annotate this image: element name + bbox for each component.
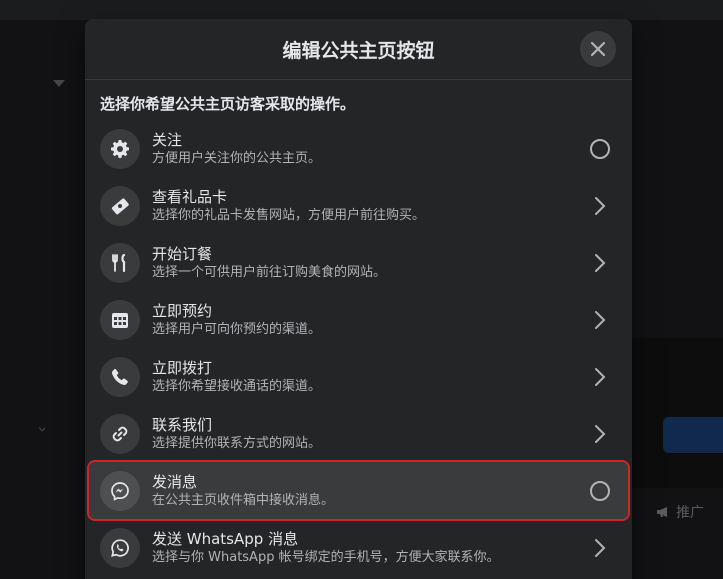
link-icon [112, 426, 128, 441]
option-text: 开始订餐 选择一个可供用户前往订购美食的网站。 [152, 244, 580, 282]
radio-button[interactable] [590, 480, 610, 501]
edit-page-button-dialog: 编辑公共主页按钮 选择你希望公共主页访客采取的操作。 关注 方便用户关注你的公共… [85, 19, 632, 579]
option-text: 立即预约 选择用户可向你预约的渠道。 [152, 301, 580, 339]
option-chevron[interactable] [580, 243, 620, 283]
option-title: 关注 [152, 130, 183, 149]
gift-card-icon [111, 197, 129, 214]
option-icon-container [100, 470, 140, 511]
option-title: 联系我们 [152, 415, 213, 434]
whatsapp-icon [111, 538, 129, 557]
option-whatsapp-message[interactable]: 发送 WhatsApp 消息 选择与你 WhatsApp 帐号绑定的手机号，方便… [89, 519, 628, 576]
option-radio[interactable] [580, 129, 620, 169]
action-options-list: 关注 方便用户关注你的公共主页。 查看礼品卡 选择你的礼品卡发售网站，方便用户前… [85, 120, 632, 576]
gear-icon [111, 139, 129, 158]
radio-button[interactable] [590, 138, 610, 159]
chevron-right-icon [595, 196, 606, 215]
option-text: 查看礼品卡 选择你的礼品卡发售网站，方便用户前往购买。 [152, 187, 580, 225]
calendar-icon [112, 312, 128, 328]
option-title: 开始订餐 [152, 244, 213, 263]
option-chevron[interactable] [580, 357, 620, 397]
option-text: 关注 方便用户关注你的公共主页。 [152, 130, 580, 168]
option-description: 选择你希望接收通话的渠道。 [152, 378, 322, 394]
phone-icon [112, 368, 128, 385]
option-icon-container [100, 185, 140, 226]
chevron-right-icon [595, 538, 606, 557]
option-send-message[interactable]: 发消息 在公共主页收件箱中接收消息。 [87, 460, 630, 521]
option-follow[interactable]: 关注 方便用户关注你的公共主页。 [89, 120, 628, 177]
option-title: 立即预约 [152, 301, 213, 320]
option-description: 选择与你 WhatsApp 帐号绑定的手机号，方便大家联系你。 [152, 549, 500, 565]
dialog-header: 编辑公共主页按钮 [85, 19, 632, 80]
option-text: 联系我们 选择提供你联系方式的网站。 [152, 415, 580, 453]
option-title: 立即拨打 [152, 358, 213, 377]
option-description: 方便用户关注你的公共主页。 [152, 150, 322, 166]
chevron-right-icon [595, 367, 606, 386]
option-text: 发送 WhatsApp 消息 选择与你 WhatsApp 帐号绑定的手机号，方便… [152, 529, 580, 567]
option-title: 发消息 [152, 472, 198, 491]
option-chevron[interactable] [580, 186, 620, 226]
option-text: 发消息 在公共主页收件箱中接收消息。 [152, 472, 580, 510]
option-icon-container [100, 413, 140, 454]
option-radio[interactable] [580, 471, 620, 511]
option-title: 发送 WhatsApp 消息 [152, 529, 299, 548]
option-description: 选择一个可供用户前往订购美食的网站。 [152, 264, 387, 280]
option-contact-us[interactable]: 联系我们 选择提供你联系方式的网站。 [89, 405, 628, 462]
option-order-food[interactable]: 开始订餐 选择一个可供用户前往订购美食的网站。 [89, 234, 628, 291]
option-text: 立即拨打 选择你希望接收通话的渠道。 [152, 358, 580, 396]
option-chevron[interactable] [580, 528, 620, 568]
option-description: 选择你的礼品卡发售网站，方便用户前往购买。 [152, 207, 426, 223]
chevron-right-icon [595, 424, 606, 443]
option-chevron[interactable] [580, 414, 620, 454]
close-button[interactable] [580, 31, 616, 67]
option-book-now[interactable]: 立即预约 选择用户可向你预约的渠道。 [89, 291, 628, 348]
option-icon-container [100, 242, 140, 283]
chevron-right-icon [595, 310, 606, 329]
dialog-subtitle: 选择你希望公共主页访客采取的操作。 [100, 95, 356, 113]
option-description: 在公共主页收件箱中接收消息。 [152, 492, 335, 508]
option-chevron[interactable] [580, 300, 620, 340]
option-icon-container [100, 356, 140, 397]
option-title: 查看礼品卡 [152, 187, 228, 206]
messenger-icon [111, 481, 129, 501]
option-call-now[interactable]: 立即拨打 选择你希望接收通话的渠道。 [89, 348, 628, 405]
option-icon-container [100, 527, 140, 568]
dialog-title: 编辑公共主页按钮 [282, 39, 435, 62]
option-gift-card[interactable]: 查看礼品卡 选择你的礼品卡发售网站，方便用户前往购买。 [89, 177, 628, 234]
option-icon-container [100, 299, 140, 340]
option-description: 选择用户可向你预约的渠道。 [152, 321, 322, 337]
option-description: 选择提供你联系方式的网站。 [152, 435, 322, 451]
fork-knife-icon [112, 253, 126, 272]
chevron-right-icon [595, 253, 606, 272]
option-icon-container [100, 128, 140, 169]
close-icon [590, 41, 606, 57]
